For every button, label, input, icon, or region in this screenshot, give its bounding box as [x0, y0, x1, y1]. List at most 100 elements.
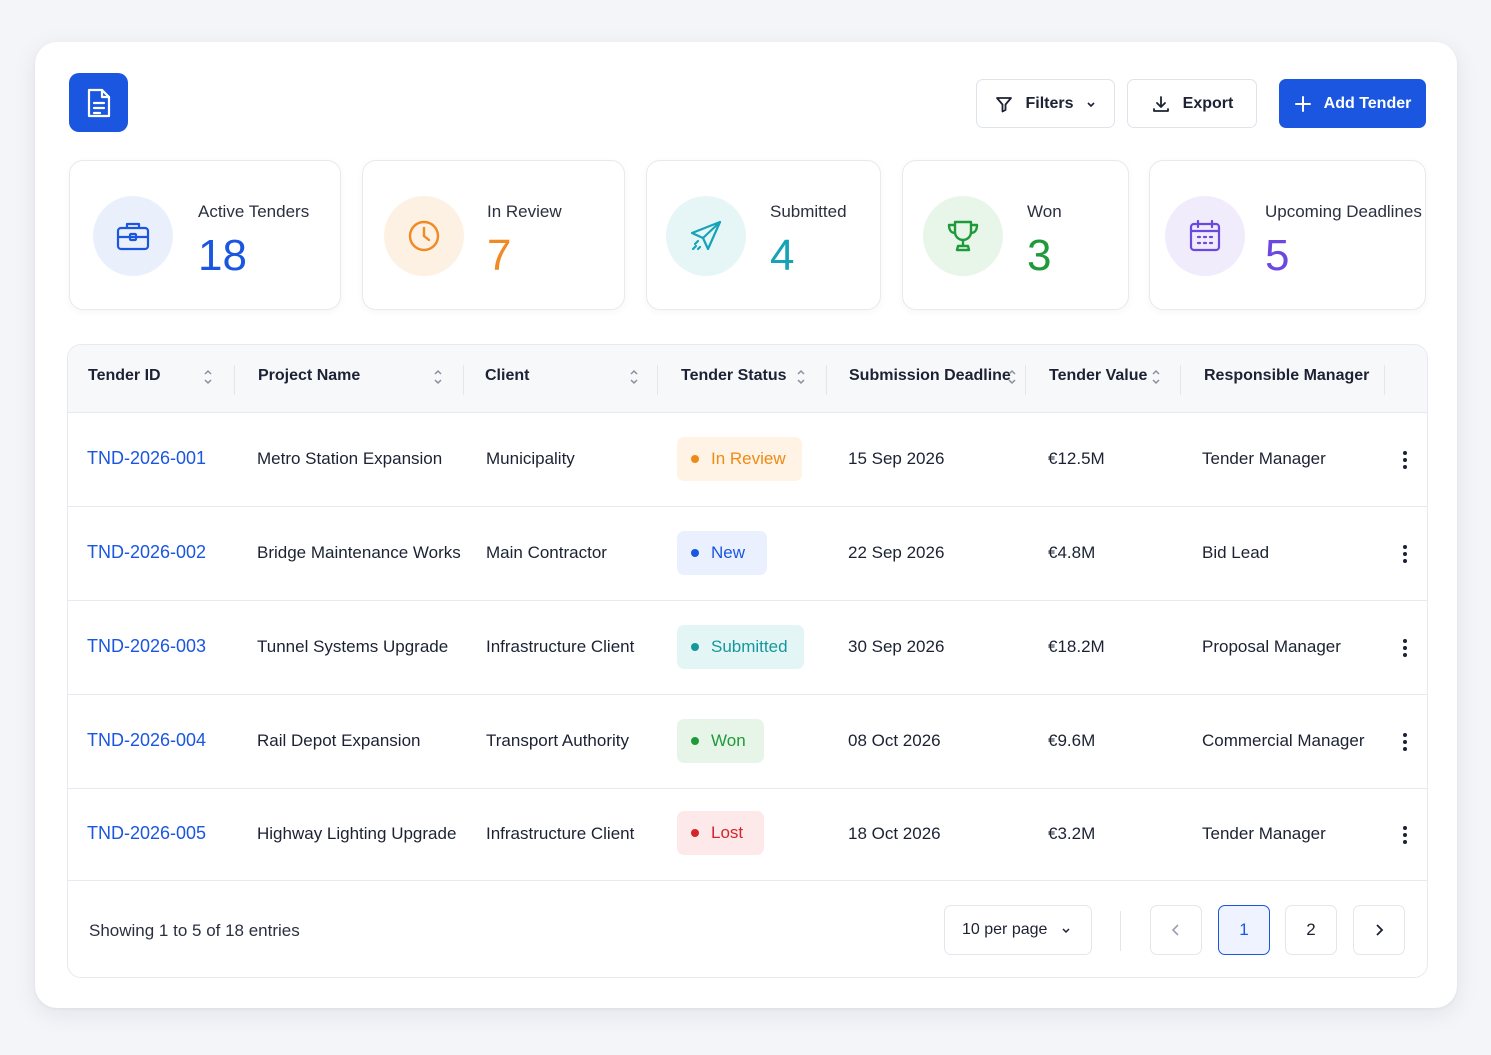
column-divider	[463, 365, 464, 395]
prev-page-button[interactable]	[1150, 905, 1202, 955]
stat-card-submitted[interactable]: Submitted 4	[646, 160, 881, 310]
sort-icon[interactable]	[202, 367, 214, 387]
project-name: Tunnel Systems Upgrade	[257, 637, 449, 656]
more-actions-icon[interactable]	[1395, 448, 1415, 472]
stat-value: 3	[1027, 231, 1052, 280]
project-name: Metro Station Expansion	[257, 449, 443, 468]
responsible-manager: Commercial Manager	[1202, 731, 1365, 750]
stat-label: Upcoming Deadlines	[1265, 202, 1422, 221]
more-actions-icon[interactable]	[1395, 636, 1415, 660]
client-name: Infrastructure Client	[486, 637, 635, 656]
stat-card-in-review[interactable]: In Review 7	[362, 160, 625, 310]
column-header-responsible-manager: Responsible Manager	[1204, 367, 1370, 384]
trophy-icon	[923, 196, 1003, 276]
tender-value: €4.8M	[1048, 543, 1096, 562]
table-row[interactable]: TND-2026-002 Bridge Maintenance Works Ma…	[68, 507, 1427, 601]
sort-icon[interactable]	[1006, 367, 1018, 387]
sort-icon[interactable]	[795, 367, 807, 387]
stat-card-active-tenders[interactable]: Active Tenders 18	[69, 160, 341, 310]
status-label: Won	[711, 731, 746, 750]
stat-card-upcoming-deadlines[interactable]: Upcoming Deadlines 5	[1149, 160, 1426, 310]
stat-label: In Review	[487, 202, 562, 221]
stat-label: Active Tenders	[198, 202, 310, 221]
clock-icon	[384, 196, 464, 276]
status-label: In Review	[711, 449, 786, 468]
table-row[interactable]: TND-2026-004 Rail Depot Expansion Transp…	[68, 695, 1427, 789]
column-header-project-name[interactable]: Project Name	[258, 367, 360, 385]
submission-deadline: 08 Oct 2026	[848, 731, 941, 750]
more-actions-icon[interactable]	[1395, 542, 1415, 566]
table-row[interactable]: TND-2026-001 Metro Station Expansion Mun…	[68, 413, 1427, 507]
status-dot	[691, 549, 699, 557]
stat-value: 5	[1265, 231, 1290, 280]
tenders-table: Tender ID Project Name Client Tender Sta…	[67, 344, 1428, 978]
chevron-down-icon	[1062, 928, 1070, 934]
status-label: New	[711, 543, 746, 562]
chevron-down-icon	[1086, 101, 1095, 107]
briefcase-icon	[93, 196, 173, 276]
column-divider	[1384, 365, 1385, 395]
filters-button[interactable]: Filters	[976, 79, 1115, 128]
funnel-icon	[996, 96, 1013, 112]
stat-label: Won	[1027, 202, 1062, 221]
tender-id-link[interactable]: TND-2026-002	[87, 542, 206, 563]
more-actions-icon[interactable]	[1395, 730, 1415, 754]
submission-deadline: 18 Oct 2026	[848, 824, 941, 843]
column-header-tender-status[interactable]: Tender Status	[681, 367, 787, 385]
status-badge: Submitted	[677, 625, 804, 669]
pagination-divider	[1120, 911, 1121, 951]
table-row[interactable]: TND-2026-005 Highway Lighting Upgrade In…	[68, 789, 1427, 881]
stat-value: 4	[770, 231, 795, 280]
status-badge: In Review	[677, 437, 802, 481]
table-header: Tender ID Project Name Client Tender Sta…	[68, 345, 1427, 413]
submission-deadline: 15 Sep 2026	[848, 449, 945, 468]
chevron-right-icon	[1376, 924, 1384, 936]
tender-value: €18.2M	[1048, 637, 1105, 656]
status-label: Submitted	[711, 637, 788, 656]
document-icon	[69, 73, 128, 132]
column-header-submission-deadline[interactable]: Submission Deadline	[849, 367, 1011, 385]
column-header-tender-value[interactable]: Tender Value	[1049, 367, 1147, 385]
status-badge: Lost	[677, 811, 764, 855]
paper-plane-icon	[666, 196, 746, 276]
add-tender-button[interactable]: Add Tender	[1279, 79, 1426, 128]
column-divider	[1180, 365, 1181, 395]
project-name: Highway Lighting Upgrade	[257, 824, 457, 843]
column-header-tender-id[interactable]: Tender ID	[88, 367, 161, 385]
plus-icon	[1294, 95, 1311, 112]
column-header-client[interactable]: Client	[485, 367, 529, 385]
add-tender-label: Add Tender	[1323, 94, 1412, 112]
page-button-2[interactable]: 2	[1285, 905, 1337, 955]
per-page-label: 10 per page	[962, 921, 1048, 938]
export-button[interactable]: Export	[1127, 79, 1257, 128]
per-page-select[interactable]: 10 per page	[944, 905, 1092, 955]
stat-label: Submitted	[770, 202, 847, 221]
responsible-manager: Tender Manager	[1202, 824, 1326, 843]
project-name: Rail Depot Expansion	[257, 731, 421, 750]
more-actions-icon[interactable]	[1395, 823, 1415, 847]
tender-id-link[interactable]: TND-2026-003	[87, 636, 206, 657]
sort-icon[interactable]	[1150, 367, 1162, 387]
tender-id-link[interactable]: TND-2026-004	[87, 730, 206, 751]
status-badge: Won	[677, 719, 764, 763]
next-page-button[interactable]	[1353, 905, 1405, 955]
export-label: Export	[1182, 94, 1234, 112]
column-divider	[657, 365, 658, 395]
stat-card-won[interactable]: Won 3	[902, 160, 1129, 310]
client-name: Main Contractor	[486, 543, 607, 562]
tender-id-link[interactable]: TND-2026-001	[87, 448, 206, 469]
project-name: Bridge Maintenance Works	[257, 543, 461, 562]
status-dot	[691, 643, 699, 651]
entries-summary: Showing 1 to 5 of 18 entries	[89, 921, 300, 940]
status-label: Lost	[711, 823, 744, 842]
responsible-manager: Bid Lead	[1202, 543, 1270, 562]
sort-icon[interactable]	[628, 367, 640, 387]
status-dot	[691, 455, 699, 463]
column-divider	[1025, 365, 1026, 395]
column-divider	[826, 365, 827, 395]
page-button-1[interactable]: 1	[1218, 905, 1270, 955]
table-row[interactable]: TND-2026-003 Tunnel Systems Upgrade Infr…	[68, 601, 1427, 695]
stat-value: 7	[487, 231, 512, 280]
sort-icon[interactable]	[432, 367, 444, 387]
tender-id-link[interactable]: TND-2026-005	[87, 823, 206, 844]
